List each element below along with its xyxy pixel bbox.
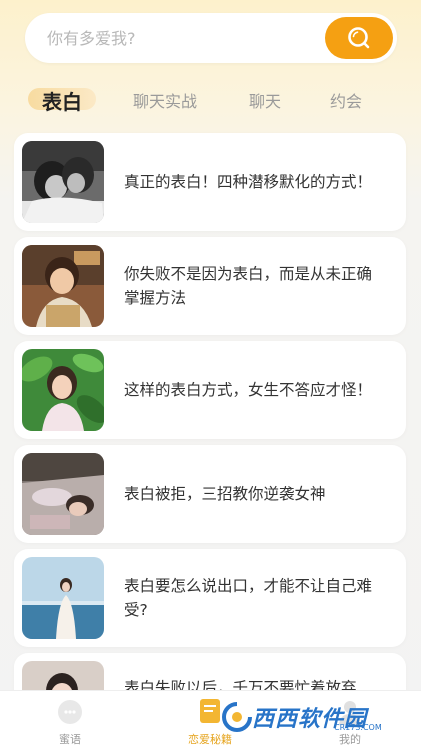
article-card[interactable]: 真正的表白！四种潜移默化的方式！	[14, 133, 406, 231]
article-title: 你失败不是因为表白，而是从未正确掌握方法	[124, 265, 373, 307]
site-watermark: 西西软件园 CR173.COM	[222, 697, 402, 737]
article-thumbnail	[22, 141, 104, 223]
tab-chat[interactable]: 聊天	[236, 84, 294, 116]
logo-icon	[222, 702, 252, 732]
tab-dating[interactable]: 约会	[317, 84, 375, 116]
article-card[interactable]: 这样的表白方式，女生不答应才怪！	[14, 341, 406, 439]
article-card[interactable]: 表白要怎么说出口，才能不让自己难受?	[14, 549, 406, 647]
chat-bubble-icon	[58, 700, 82, 724]
book-icon	[200, 699, 220, 723]
category-tabs: 表白 聊天实战 聊天 约会	[0, 84, 421, 120]
article-thumbnail	[22, 557, 104, 639]
article-title: 表白被拒，三招教你逆袭女神	[124, 485, 326, 503]
article-card[interactable]: 表白被拒，三招教你逆袭女神	[14, 445, 406, 543]
article-thumbnail	[22, 245, 104, 327]
nav-label: 蜜语	[59, 733, 81, 746]
tab-chat-practice[interactable]: 聊天实战	[120, 84, 210, 116]
tab-biaobai[interactable]: 表白	[28, 84, 96, 116]
article-thumbnail	[22, 453, 104, 535]
search-button[interactable]	[325, 17, 393, 59]
article-title: 表白要怎么说出口，才能不让自己难受?	[124, 577, 373, 619]
article-thumbnail	[22, 349, 104, 431]
search-icon	[348, 27, 370, 49]
article-card[interactable]: 你失败不是因为表白，而是从未正确掌握方法	[14, 237, 406, 335]
search-bar	[25, 13, 397, 63]
article-title: 这样的表白方式，女生不答应才怪！	[124, 381, 373, 399]
watermark-sub: CR173.COM	[334, 723, 382, 732]
nav-item-miyu[interactable]: 蜜语	[20, 691, 120, 748]
article-title: 真正的表白！四种潜移默化的方式！	[124, 173, 373, 191]
search-input[interactable]	[47, 13, 307, 63]
